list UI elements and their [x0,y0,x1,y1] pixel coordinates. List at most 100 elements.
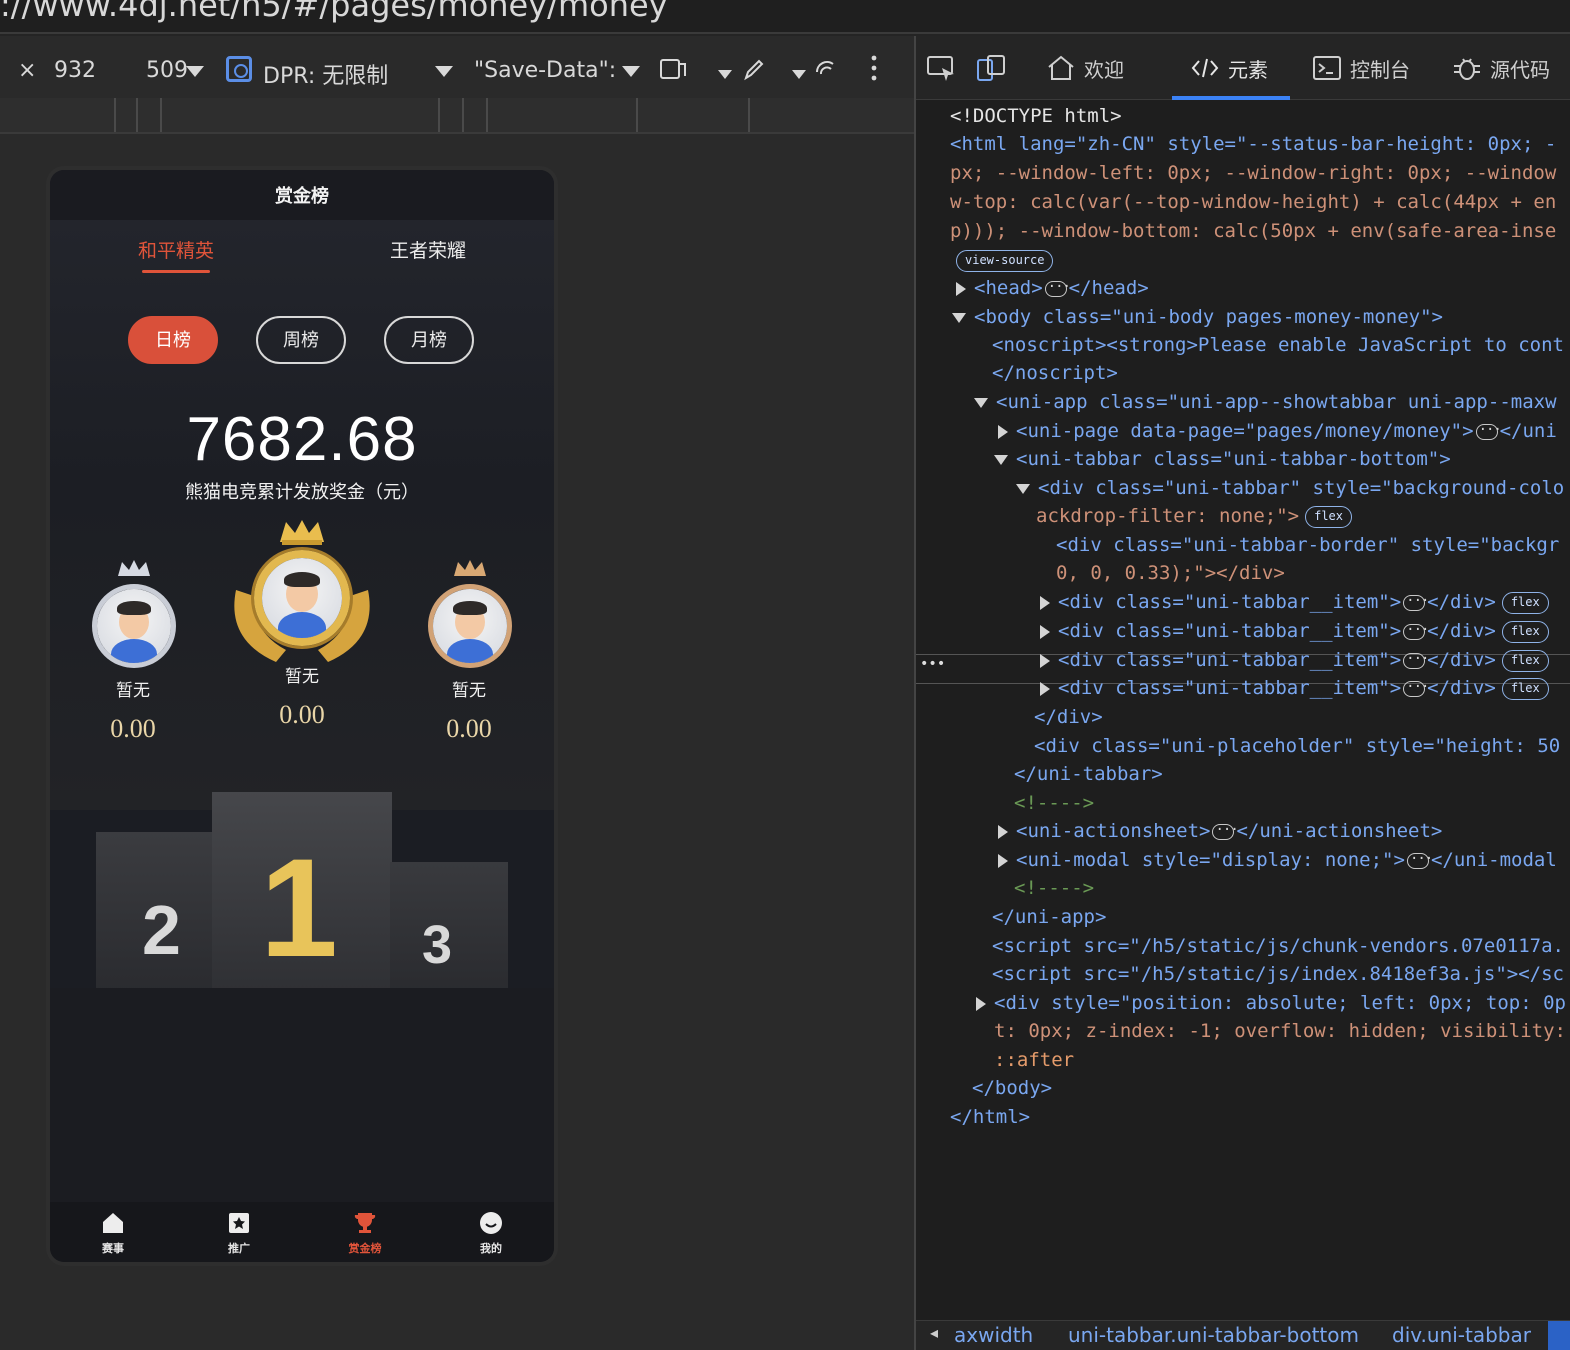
collapsed-ellipsis-icon[interactable] [1403,673,1428,701]
dom-line[interactable]: ::after [994,1046,1074,1074]
dom-line[interactable]: t: 0px; z-index: -1; overflow: hidden; v… [994,1017,1566,1045]
expand-arrow-icon[interactable] [998,824,1008,839]
dpr-selector[interactable]: DPR: 无限制 [263,58,388,90]
dom-line[interactable]: p))); --window-bottom: calc(50px + env(s… [950,217,1556,245]
dom-line[interactable]: px; --window-left: 0px; --window-right: … [950,159,1556,187]
tabbar-item-events[interactable]: 赛事 [50,1202,176,1262]
inspect-icon[interactable] [926,54,958,82]
network-signal-icon[interactable] [814,56,836,82]
dom-line[interactable]: <uni-app class="uni-app--showtabbar uni-… [974,388,1557,416]
dom-line[interactable]: 0, 0, 0.33);"></div> [1056,559,1285,587]
dom-line[interactable]: </div> [1034,703,1103,731]
dom-line[interactable]: w-top: calc(var(--top-window-height) + c… [950,188,1556,216]
dom-line[interactable]: <div style="position: absolute; left: 0p… [976,989,1566,1017]
device-toggle-icon[interactable] [976,54,1008,82]
dpr-dropdown-icon[interactable] [435,66,453,77]
collapse-arrow-icon[interactable] [994,454,1008,465]
expand-arrow-icon[interactable] [1040,681,1050,696]
view-source-badge[interactable]: view-source [956,249,1054,272]
flex-badge[interactable]: flex [1501,591,1549,614]
collapsed-ellipsis-icon[interactable] [1044,273,1070,301]
expand-arrow-icon[interactable] [1040,653,1050,668]
period-daily-button[interactable]: 日榜 [128,316,218,364]
dom-line[interactable]: <html lang="zh-CN" style="--status-bar-h… [950,130,1556,158]
tabbar-item-bounty[interactable]: 赏金榜 [302,1202,428,1262]
address-bar[interactable]: ://www.4dj.net/h5/#/pages/money/money [0,0,1570,34]
dom-line[interactable]: </noscript> [992,359,1118,387]
expand-arrow-icon[interactable] [998,853,1008,868]
collapsed-ellipsis-icon[interactable] [1403,587,1428,615]
node-more-icon[interactable]: ••• [920,656,945,672]
collapsed-ellipsis-icon[interactable] [1403,645,1428,673]
viewport-width-input[interactable]: 932 [54,58,96,83]
dom-line[interactable]: <script src="/h5/static/js/chunk-vendors… [992,932,1564,960]
collapse-arrow-icon[interactable] [1016,483,1030,494]
flex-badge[interactable]: flex [1305,505,1353,528]
dom-line[interactable]: ackdrop-filter: none;"> flex [1036,502,1353,530]
rotate-dropdown-icon[interactable] [718,70,732,79]
dom-line[interactable]: <uni-page data-page="pages/money/money">… [998,416,1557,445]
dom-line[interactable]: </body> [972,1074,1052,1102]
dom-line[interactable]: view-source [956,246,1054,274]
flex-badge[interactable]: flex [1501,649,1549,672]
collapse-arrow-icon[interactable] [952,312,966,323]
pen-icon[interactable] [742,56,766,82]
flex-badge[interactable]: flex [1501,677,1549,700]
tabbar-item-mine[interactable]: 我的 [428,1202,554,1262]
dom-line[interactable]: <script src="/h5/static/js/index.8418ef3… [992,960,1564,988]
collapsed-ellipsis-icon[interactable] [1475,416,1501,444]
expand-arrow-icon[interactable] [976,996,986,1011]
dom-line[interactable]: <div class="uni-tabbar" style="backgroun… [1016,474,1564,502]
expand-arrow-icon[interactable] [998,424,1008,439]
devtools-tab-sources[interactable]: 源代码 [1452,36,1550,100]
tab-game-peace-elite[interactable]: 和平精英 [138,236,214,263]
dom-line[interactable]: <!----> [1014,874,1094,902]
dom-line[interactable]: <!DOCTYPE html> [950,102,1122,130]
tab-game-honor-of-kings[interactable]: 王者荣耀 [390,236,466,263]
dom-line[interactable]: <head> </head> [956,273,1149,302]
expand-arrow-icon[interactable] [1040,624,1050,639]
dom-line[interactable]: <uni-actionsheet> </uni-actionsheet> [998,816,1442,845]
period-weekly-button[interactable]: 周榜 [256,316,346,364]
devtools-tab-console[interactable]: 控制台 [1312,36,1410,100]
save-data-dropdown-icon[interactable] [622,66,640,77]
dom-line[interactable]: <div class="uni-tabbar__item"> </div>flex [1040,645,1549,674]
devtools-tab-welcome[interactable]: 欢迎 [1046,36,1124,100]
rotate-icon[interactable] [658,56,688,82]
breadcrumb-item[interactable]: uni-tabbar.uni-tabbar-bottom [1068,1323,1359,1347]
collapse-arrow-icon[interactable] [974,397,988,408]
dom-line[interactable]: </uni-app> [992,903,1106,931]
dom-line[interactable]: <uni-tabbar class="uni-tabbar-bottom"> [994,445,1451,473]
dom-line[interactable]: <div class="uni-placeholder" style="heig… [1034,732,1560,760]
period-monthly-button[interactable]: 月榜 [384,316,474,364]
pen-dropdown-icon[interactable] [792,70,806,79]
dom-line[interactable]: <noscript><strong>Please enable JavaScri… [992,331,1564,359]
close-emulation-button[interactable]: × [18,58,36,83]
breadcrumb-item[interactable]: div.uni-tabbar [1392,1323,1531,1347]
devtools-tab-elements[interactable]: 元素 [1190,36,1268,100]
dom-line[interactable]: <div class="uni-tabbar__item"> </div>flex [1040,673,1549,702]
dom-line[interactable]: </uni-tabbar> [1014,760,1163,788]
dom-line[interactable]: </html> [950,1103,1030,1131]
collapsed-ellipsis-icon[interactable] [1403,616,1428,644]
dom-line[interactable]: <div class="uni-tabbar__item"> </div>flex [1040,616,1549,645]
dom-line[interactable]: <body class="uni-body pages-money-money"… [952,303,1443,331]
breadcrumb-active-item[interactable] [1548,1321,1570,1350]
dom-line[interactable]: <!----> [1014,789,1094,817]
breadcrumb-item[interactable]: axwidth [954,1323,1033,1347]
more-options-icon[interactable] [866,52,882,84]
breadcrumb-scroll-left-icon[interactable]: ◂ [930,1323,938,1342]
collapsed-ellipsis-icon[interactable] [1406,845,1432,873]
viewport-height-input[interactable]: 509 [146,58,188,83]
expand-arrow-icon[interactable] [956,281,966,296]
dom-line[interactable]: <div class="uni-tabbar__item"> </div>flex [1040,587,1549,616]
save-data-selector[interactable]: "Save-Data": [474,58,616,83]
tabbar-item-promote[interactable]: 推广 [176,1202,302,1262]
flex-badge[interactable]: flex [1501,620,1549,643]
media-query-ruler[interactable] [0,98,914,134]
dom-line[interactable]: <div class="uni-tabbar-border" style="ba… [1056,531,1559,559]
expand-arrow-icon[interactable] [1040,595,1050,610]
collapsed-ellipsis-icon[interactable] [1212,816,1238,844]
dom-line[interactable]: <uni-modal style="display: none;"> </uni-… [998,845,1557,874]
height-dropdown-icon[interactable] [186,66,204,77]
